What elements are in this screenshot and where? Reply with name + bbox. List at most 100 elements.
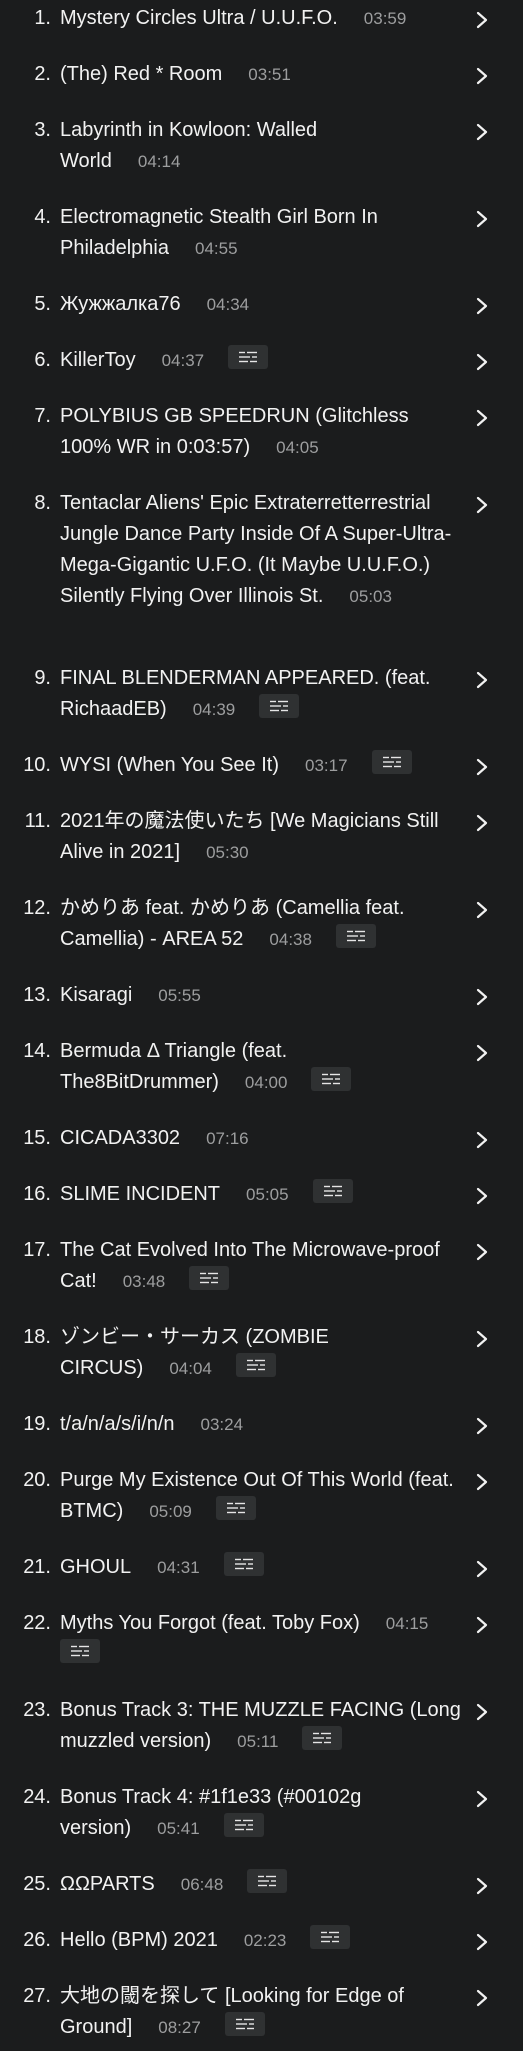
track-info: Mystery Circles Ultra / U.U.F.O. 03:59 — [60, 3, 465, 34]
track-duration: 05:09 — [149, 1502, 192, 1521]
chevron-right-icon[interactable] — [474, 1559, 490, 1579]
track-title[interactable]: Labyrinth in Kowloon: Walled World — [60, 119, 317, 172]
track-duration: 03:24 — [200, 1415, 244, 1434]
track-title[interactable]: FINAL BLENDERMAN APPEARED. (feat. Richaa… — [60, 667, 430, 720]
track-duration: 04:38 — [269, 930, 312, 949]
track-info: (The) Red * Room 03:51 — [60, 59, 465, 90]
track-title[interactable]: Mystery Circles Ultra / U.U.F.O. — [60, 7, 338, 29]
chevron-right-icon[interactable] — [474, 1130, 490, 1150]
track-info: Electromagnetic Stealth Girl Born In Phi… — [60, 202, 465, 264]
lyrics-button[interactable] — [247, 1869, 288, 1893]
lyrics-button[interactable] — [371, 750, 412, 774]
chevron-right-icon[interactable] — [474, 352, 490, 372]
track-duration: 08:27 — [158, 2018, 201, 2037]
track-title[interactable]: CICADA3302 — [60, 1127, 180, 1149]
lyrics-button[interactable] — [60, 1639, 100, 1663]
track-title[interactable]: The Cat Evolved Into The Microwave-proof… — [60, 1239, 440, 1292]
lyrics-icon — [200, 1272, 219, 1284]
track-info: Labyrinth in Kowloon: Walled World 04:14 — [60, 115, 465, 177]
chevron-right-icon[interactable] — [474, 122, 490, 142]
track-number: 16. — [23, 1183, 51, 1205]
chevron-right-icon[interactable] — [474, 66, 490, 86]
track-info: GHOUL 04:31 — [60, 1552, 465, 1583]
track-title[interactable]: KillerToy — [60, 349, 136, 371]
track-title[interactable]: Жужжалка76 — [60, 293, 181, 315]
track-title[interactable]: ΩΩPARTS — [60, 1873, 155, 1895]
track-title[interactable]: 2021年の魔法使いたち [We Magicians Still Alive i… — [60, 810, 439, 863]
track-duration: 04:34 — [206, 295, 250, 314]
track-number: 18. — [23, 1326, 51, 1348]
track-title[interactable]: (The) Red * Room — [60, 63, 222, 85]
track-duration: 05:30 — [206, 843, 249, 862]
chevron-right-icon[interactable] — [474, 10, 490, 30]
chevron-right-icon[interactable] — [474, 900, 490, 920]
track-number: 4. — [34, 206, 51, 228]
track-info: CICADA3302 07:16 — [60, 1123, 465, 1154]
chevron-right-icon[interactable] — [474, 1876, 490, 1896]
lyrics-button[interactable] — [235, 1353, 276, 1377]
lyrics-icon — [234, 1558, 253, 1570]
chevron-right-icon[interactable] — [474, 813, 490, 833]
track-title[interactable]: Tentaclar Aliens' Epic Extraterretterres… — [60, 492, 451, 607]
track-number: 9. — [34, 667, 51, 689]
chevron-right-icon[interactable] — [474, 209, 490, 229]
track-title[interactable]: POLYBIUS GB SPEEDRUN (Glitchless 100% WR… — [60, 405, 409, 458]
lyrics-button[interactable] — [335, 924, 376, 948]
track-duration: 05:05 — [246, 1185, 289, 1204]
chevron-right-icon[interactable] — [474, 1472, 490, 1492]
chevron-right-icon[interactable] — [474, 1186, 490, 1206]
track-number: 24. — [23, 1786, 51, 1808]
lyrics-button[interactable] — [224, 2012, 265, 2036]
track-number: 27. — [23, 1985, 51, 2007]
lyrics-icon — [346, 930, 365, 942]
lyrics-button[interactable] — [189, 1266, 230, 1290]
chevron-right-icon[interactable] — [474, 987, 490, 1007]
track-number: 20. — [23, 1469, 51, 1491]
track-title[interactable]: Purge My Existence Out Of This World (fe… — [60, 1469, 454, 1522]
chevron-right-icon[interactable] — [474, 757, 490, 777]
track-title[interactable]: Bonus Track 4: #1f1e33 (#00102g version) — [60, 1786, 361, 1839]
chevron-right-icon[interactable] — [474, 1932, 490, 1952]
chevron-right-icon[interactable] — [474, 495, 490, 515]
track-info: Bonus Track 3: THE MUZZLE FACING (Long m… — [60, 1695, 465, 1757]
track-number: 19. — [23, 1413, 51, 1435]
chevron-right-icon[interactable] — [474, 1416, 490, 1436]
chevron-right-icon[interactable] — [474, 1043, 490, 1063]
track-info: KillerToy 04:37 — [60, 345, 465, 376]
track-title[interactable]: Hello (BPM) 2021 — [60, 1929, 218, 1951]
track-title[interactable]: SLIME INCIDENT — [60, 1183, 220, 1205]
track-number: 22. — [23, 1612, 51, 1634]
lyrics-button[interactable] — [223, 1813, 264, 1837]
lyrics-button[interactable] — [223, 1552, 264, 1576]
track-number: 14. — [23, 1040, 51, 1062]
track-title[interactable]: t/a/n/a/s/i/n/n — [60, 1413, 175, 1435]
lyrics-button[interactable] — [310, 1925, 351, 1949]
lyrics-button[interactable] — [215, 1496, 256, 1520]
lyrics-icon — [382, 756, 401, 768]
track-title[interactable]: GHOUL — [60, 1556, 131, 1578]
lyrics-button[interactable] — [311, 1067, 352, 1091]
lyrics-icon — [313, 1732, 332, 1744]
chevron-right-icon[interactable] — [474, 1615, 490, 1635]
chevron-right-icon[interactable] — [474, 1789, 490, 1809]
lyrics-button[interactable] — [259, 694, 300, 718]
chevron-right-icon[interactable] — [474, 670, 490, 690]
chevron-right-icon[interactable] — [474, 408, 490, 428]
chevron-right-icon[interactable] — [474, 296, 490, 316]
lyrics-icon — [258, 1875, 277, 1887]
track-title[interactable]: Kisaragi — [60, 984, 132, 1006]
chevron-right-icon[interactable] — [474, 1702, 490, 1722]
track-title[interactable]: Myths You Forgot (feat. Toby Fox) — [60, 1612, 360, 1634]
track-info: The Cat Evolved Into The Microwave-proof… — [60, 1235, 465, 1297]
lyrics-button[interactable] — [312, 1179, 353, 1203]
lyrics-icon — [323, 1185, 342, 1197]
lyrics-button[interactable] — [228, 345, 269, 369]
lyrics-icon — [234, 1819, 253, 1831]
lyrics-button[interactable] — [302, 1726, 343, 1750]
track-info: 大地の閾を探して [Looking for Edge of Ground] 08:… — [60, 1981, 465, 2043]
chevron-right-icon[interactable] — [474, 1988, 490, 2008]
track-number: 11. — [24, 810, 51, 832]
chevron-right-icon[interactable] — [474, 1329, 490, 1349]
chevron-right-icon[interactable] — [474, 1242, 490, 1262]
track-title[interactable]: WYSI (When You See It) — [60, 754, 279, 776]
